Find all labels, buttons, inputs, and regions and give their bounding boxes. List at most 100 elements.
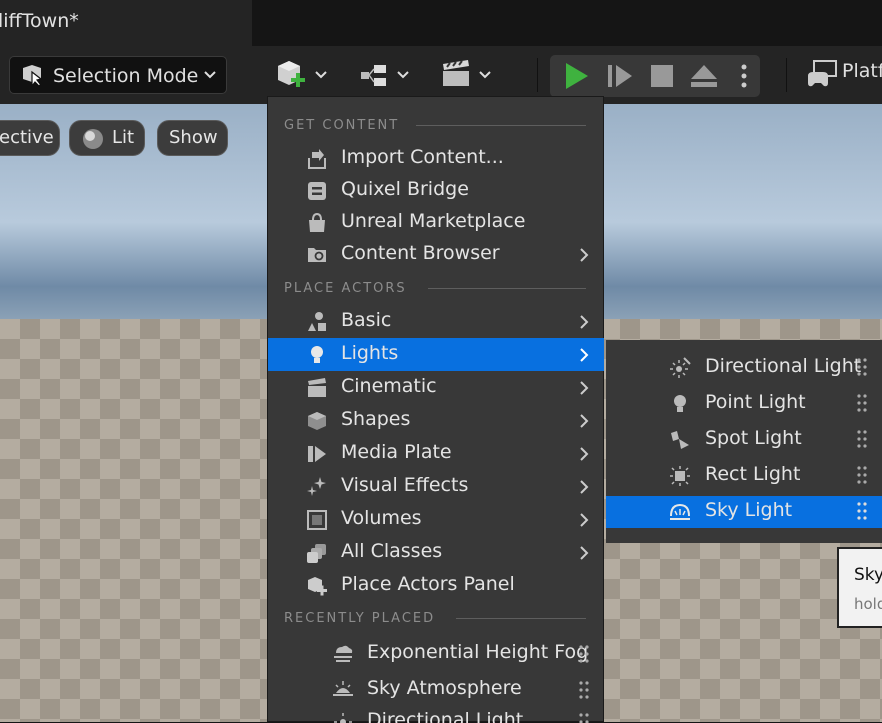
drag-handle-icon[interactable]: [579, 681, 589, 699]
menu-item-import-content[interactable]: Import Content...: [268, 142, 604, 175]
menu-item-label: Media Plate: [341, 441, 452, 463]
lit-sphere-icon: [82, 128, 104, 162]
recent-item-directional-light[interactable]: Directional Light: [268, 705, 604, 723]
tooltip-title: Sky: [854, 565, 882, 585]
chevron-right-icon: [579, 413, 589, 433]
basic-shapes-icon: [306, 311, 328, 333]
submenu-item-spot-light[interactable]: Spot Light: [606, 424, 882, 456]
submenu-item-sky-light[interactable]: Sky Light: [606, 496, 882, 528]
menu-item-lights[interactable]: Lights: [268, 338, 604, 371]
drag-handle-icon[interactable]: [579, 645, 589, 663]
kebab-menu-icon: [728, 64, 760, 101]
submenu-item-directional-light[interactable]: Directional Light: [606, 352, 882, 384]
show-flags-button[interactable]: Show: [157, 120, 228, 156]
chevron-right-icon: [579, 247, 589, 267]
eject-icon: [684, 65, 724, 101]
drag-handle-icon[interactable]: [857, 358, 867, 376]
menu-item-all-classes[interactable]: All Classes: [268, 536, 604, 569]
chevron-right-icon: [579, 347, 589, 367]
stop-icon: [642, 65, 682, 101]
menu-item-label: Lights: [341, 342, 399, 364]
lit-label: Lit: [112, 127, 135, 148]
submenu-item-label: Sky Light: [705, 499, 793, 521]
spot-light-icon: [669, 429, 691, 451]
play-button[interactable]: [558, 55, 598, 97]
drag-handle-icon[interactable]: [857, 394, 867, 412]
document-tab[interactable]: liffTown*: [0, 0, 252, 46]
directional-light-icon: [669, 357, 691, 379]
step-forward-icon: [600, 65, 640, 101]
title-bar: liffTown*: [0, 0, 882, 46]
add-actor-dropdown: GET CONTENT Import Content... Quixel Bri…: [267, 96, 604, 723]
platforms-label: Platf: [842, 60, 882, 82]
selection-mode-label: Selection Mode: [53, 65, 199, 87]
play-controls: [550, 55, 760, 97]
selection-mode-dropdown[interactable]: Selection Mode: [9, 56, 227, 94]
sky-light-icon: [669, 501, 691, 523]
submenu-item-point-light[interactable]: Point Light: [606, 388, 882, 420]
menu-item-place-actors-panel[interactable]: Place Actors Panel: [268, 569, 604, 602]
submenu-item-label: Spot Light: [705, 427, 802, 449]
section-header-place-actors: PLACE ACTORS: [284, 281, 407, 296]
drag-handle-icon[interactable]: [857, 466, 867, 484]
chevron-right-icon: [579, 446, 589, 466]
menu-item-shapes[interactable]: Shapes: [268, 404, 604, 437]
advance-frame-button[interactable]: [600, 55, 640, 97]
rect-light-icon: [669, 465, 691, 487]
sky-atmosphere-icon: [332, 679, 354, 701]
section-header-recently-placed: RECENTLY PLACED: [284, 611, 436, 626]
cursor-select-icon: [20, 64, 44, 92]
lightbulb-icon: [306, 344, 328, 366]
submenu-item-rect-light[interactable]: Rect Light: [606, 460, 882, 492]
menu-item-label: Content Browser: [341, 242, 500, 264]
section-divider: [428, 288, 586, 289]
toolbar-divider: [786, 58, 787, 92]
lights-submenu: Directional Light Point Light Spot Light…: [606, 340, 882, 543]
eject-button[interactable]: [684, 55, 724, 97]
menu-item-media-plate[interactable]: Media Plate: [268, 437, 604, 470]
section-divider: [416, 125, 586, 126]
menu-item-label: Exponential Height Fog: [367, 641, 589, 663]
recent-item-sky-atmosphere[interactable]: Sky Atmosphere: [268, 673, 604, 706]
media-plate-icon: [306, 443, 328, 465]
menu-item-label: Visual Effects: [341, 474, 469, 496]
menu-item-visual-effects[interactable]: Visual Effects: [268, 470, 604, 503]
menu-item-cinematic[interactable]: Cinematic: [268, 371, 604, 404]
chevron-right-icon: [579, 314, 589, 334]
perspective-button[interactable]: ective: [0, 120, 60, 156]
menu-item-volumes[interactable]: Volumes: [268, 503, 604, 536]
menu-item-label: Import Content...: [341, 146, 504, 168]
drag-handle-icon[interactable]: [857, 502, 867, 520]
play-options-button[interactable]: [728, 55, 760, 97]
sky-light-tooltip: Sky hold: [837, 547, 882, 628]
menu-item-unreal-marketplace[interactable]: Unreal Marketplace: [268, 206, 604, 239]
cinematics-button[interactable]: [440, 54, 500, 96]
menu-item-label: Sky Atmosphere: [367, 677, 522, 699]
chevron-right-icon: [579, 512, 589, 532]
gamepad-monitor-icon: [806, 60, 838, 94]
sparkles-icon: [306, 476, 328, 498]
submenu-item-label: Point Light: [705, 391, 806, 413]
view-mode-button[interactable]: Lit: [69, 120, 145, 156]
menu-item-content-browser[interactable]: Content Browser: [268, 238, 604, 271]
perspective-label: ective: [0, 127, 54, 148]
add-actor-button[interactable]: [270, 54, 336, 96]
directional-light-icon: [332, 711, 354, 723]
chevron-right-icon: [579, 479, 589, 499]
menu-item-label: Directional Light: [367, 709, 524, 723]
drag-handle-icon[interactable]: [857, 430, 867, 448]
chevron-right-icon: [579, 545, 589, 565]
menu-item-label: All Classes: [341, 540, 443, 562]
menu-item-label: Shapes: [341, 408, 411, 430]
recent-item-exponential-height-fog[interactable]: Exponential Height Fog: [268, 637, 604, 670]
section-header-get-content: GET CONTENT: [284, 118, 400, 133]
platforms-button[interactable]: Platf: [806, 58, 882, 94]
menu-item-label: Unreal Marketplace: [341, 210, 526, 232]
import-icon: [306, 148, 328, 170]
blueprints-button[interactable]: [356, 54, 416, 96]
menu-item-basic[interactable]: Basic: [268, 305, 604, 338]
menu-item-label: Place Actors Panel: [341, 573, 515, 595]
stop-button[interactable]: [642, 55, 682, 97]
menu-item-quixel-bridge[interactable]: Quixel Bridge: [268, 174, 604, 207]
show-label: Show: [169, 127, 218, 148]
